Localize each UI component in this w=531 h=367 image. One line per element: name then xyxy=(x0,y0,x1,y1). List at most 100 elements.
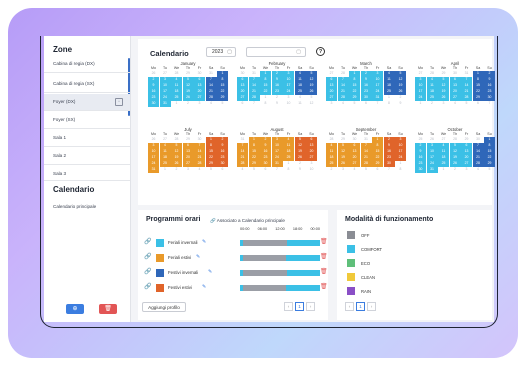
add-zone-button[interactable]: ⊕ xyxy=(66,304,84,314)
day-cell[interactable]: 10 xyxy=(372,77,383,83)
day-cell[interactable]: 10 xyxy=(426,149,438,155)
day-cell[interactable]: 18 xyxy=(283,149,294,155)
day-cell[interactable]: 9 xyxy=(217,143,228,149)
day-cell[interactable]: 5 xyxy=(294,137,306,143)
day-cell[interactable]: 30 xyxy=(415,167,426,173)
day-cell[interactable]: 22 xyxy=(260,89,271,95)
day-cell[interactable]: 6 xyxy=(306,137,317,143)
day-cell[interactable]: 11 xyxy=(171,83,182,89)
day-cell[interactable]: 23 xyxy=(217,155,228,161)
day-cell[interactable]: 29 xyxy=(484,161,495,167)
day-cell[interactable]: 31 xyxy=(271,161,283,167)
day-cell[interactable]: 22 xyxy=(372,155,383,161)
day-cell[interactable]: 23 xyxy=(484,89,495,95)
day-cell[interactable]: 19 xyxy=(395,83,406,89)
day-cell[interactable]: 28 xyxy=(360,161,372,167)
day-cell[interactable]: 7 xyxy=(248,77,260,83)
day-cell[interactable]: 9 xyxy=(148,83,159,89)
day-cell[interactable]: 12 xyxy=(395,77,406,83)
day-cell[interactable]: 7 xyxy=(237,143,248,149)
day-cell[interactable]: 11 xyxy=(383,77,395,83)
day-cell[interactable]: 2 xyxy=(484,71,495,77)
day-cell[interactable]: 5 xyxy=(171,143,182,149)
day-cell[interactable]: 21 xyxy=(205,89,217,95)
day-cell[interactable]: 14 xyxy=(461,83,472,89)
day-cell[interactable]: 23 xyxy=(383,155,395,161)
day-cell[interactable]: 8 xyxy=(472,77,484,83)
day-cell[interactable]: 20 xyxy=(182,155,194,161)
add-profile-button[interactable]: Aggiungi profilo xyxy=(142,302,186,312)
day-cell[interactable]: 10 xyxy=(271,143,283,149)
day-cell[interactable]: 3 xyxy=(426,143,438,149)
day-cell[interactable]: 11 xyxy=(326,149,337,155)
sidebar-item-sala-1[interactable]: Sala 1 xyxy=(44,130,130,146)
day-cell[interactable]: 12 xyxy=(449,149,461,155)
day-cell[interactable]: 21 xyxy=(337,89,349,95)
day-cell[interactable]: 17 xyxy=(271,149,283,155)
day-cell[interactable]: 16 xyxy=(415,155,426,161)
day-cell[interactable]: 10 xyxy=(283,77,294,83)
day-cell[interactable]: 14 xyxy=(248,83,260,89)
day-cell[interactable]: 2 xyxy=(260,137,271,143)
delete-zone-button[interactable]: 🗑 xyxy=(99,304,117,314)
day-cell[interactable]: 1 xyxy=(260,71,271,77)
link-icon[interactable]: 🔗 xyxy=(144,238,151,245)
day-cell[interactable]: 1 xyxy=(472,71,484,77)
day-cell[interactable]: 27 xyxy=(461,161,472,167)
day-cell[interactable]: 17 xyxy=(372,83,383,89)
sidebar-item-cabina-dx[interactable]: Cabina di regia (DX) xyxy=(44,56,130,72)
day-cell[interactable]: 13 xyxy=(449,83,461,89)
day-cell[interactable]: 2 xyxy=(360,71,372,77)
day-cell[interactable]: 18 xyxy=(438,155,449,161)
day-cell[interactable]: 4 xyxy=(383,71,395,77)
day-cell[interactable]: 6 xyxy=(326,77,337,83)
day-cell[interactable]: 8 xyxy=(372,143,383,149)
day-cell[interactable]: 9 xyxy=(360,77,372,83)
edit-icon[interactable]: ✎ xyxy=(208,269,212,275)
day-cell[interactable]: 17 xyxy=(426,155,438,161)
day-cell[interactable]: 23 xyxy=(148,95,159,101)
day-cell[interactable]: 10 xyxy=(148,149,159,155)
day-cell[interactable]: 28 xyxy=(337,95,349,101)
day-cell[interactable]: 25 xyxy=(294,89,306,95)
day-cell[interactable]: 11 xyxy=(426,83,438,89)
day-cell[interactable]: 14 xyxy=(472,149,484,155)
day-cell[interactable]: 27 xyxy=(182,161,194,167)
edit-icon[interactable]: ✎ xyxy=(202,284,206,290)
day-cell[interactable]: 23 xyxy=(415,161,426,167)
day-cell[interactable]: 3 xyxy=(415,77,426,83)
day-cell[interactable]: 5 xyxy=(306,71,317,77)
day-cell[interactable]: 2 xyxy=(148,77,159,83)
day-cell[interactable]: 1 xyxy=(484,137,495,143)
day-cell[interactable]: 7 xyxy=(461,77,472,83)
day-cell[interactable]: 2 xyxy=(217,137,228,143)
day-cell[interactable]: 20 xyxy=(461,155,472,161)
day-cell[interactable]: 26 xyxy=(294,155,306,161)
day-cell[interactable]: 4 xyxy=(294,71,306,77)
next-page-button[interactable]: › xyxy=(306,302,315,311)
day-cell[interactable]: 24 xyxy=(283,89,294,95)
day-cell[interactable]: 13 xyxy=(182,149,194,155)
day-cell[interactable]: 20 xyxy=(326,89,337,95)
sidebar-calendar-item[interactable]: Calendario principale xyxy=(53,204,96,209)
day-cell[interactable]: 12 xyxy=(337,149,349,155)
day-cell[interactable]: 1 xyxy=(372,137,383,143)
link-icon[interactable]: 🔗 xyxy=(144,253,151,260)
day-cell[interactable]: 23 xyxy=(260,155,271,161)
edit-icon[interactable]: ✎ xyxy=(196,254,200,260)
day-cell[interactable]: 1 xyxy=(248,137,260,143)
day-cell[interactable]: 6 xyxy=(194,77,205,83)
day-cell[interactable]: 3 xyxy=(148,143,159,149)
day-cell[interactable]: 12 xyxy=(182,83,194,89)
day-cell[interactable]: 26 xyxy=(449,161,461,167)
day-cell[interactable]: 5 xyxy=(337,143,349,149)
day-cell[interactable]: 20 xyxy=(306,149,317,155)
day-cell[interactable]: 3 xyxy=(271,137,283,143)
day-cell[interactable]: 10 xyxy=(415,83,426,89)
sidebar-item-foyer-sx[interactable]: Foyer (SX) xyxy=(44,112,130,128)
search-input[interactable]: ▢ xyxy=(246,47,306,57)
day-cell[interactable]: 24 xyxy=(159,95,171,101)
day-cell[interactable]: 28 xyxy=(205,95,217,101)
day-cell[interactable]: 7 xyxy=(360,143,372,149)
day-cell[interactable]: 4 xyxy=(283,137,294,143)
